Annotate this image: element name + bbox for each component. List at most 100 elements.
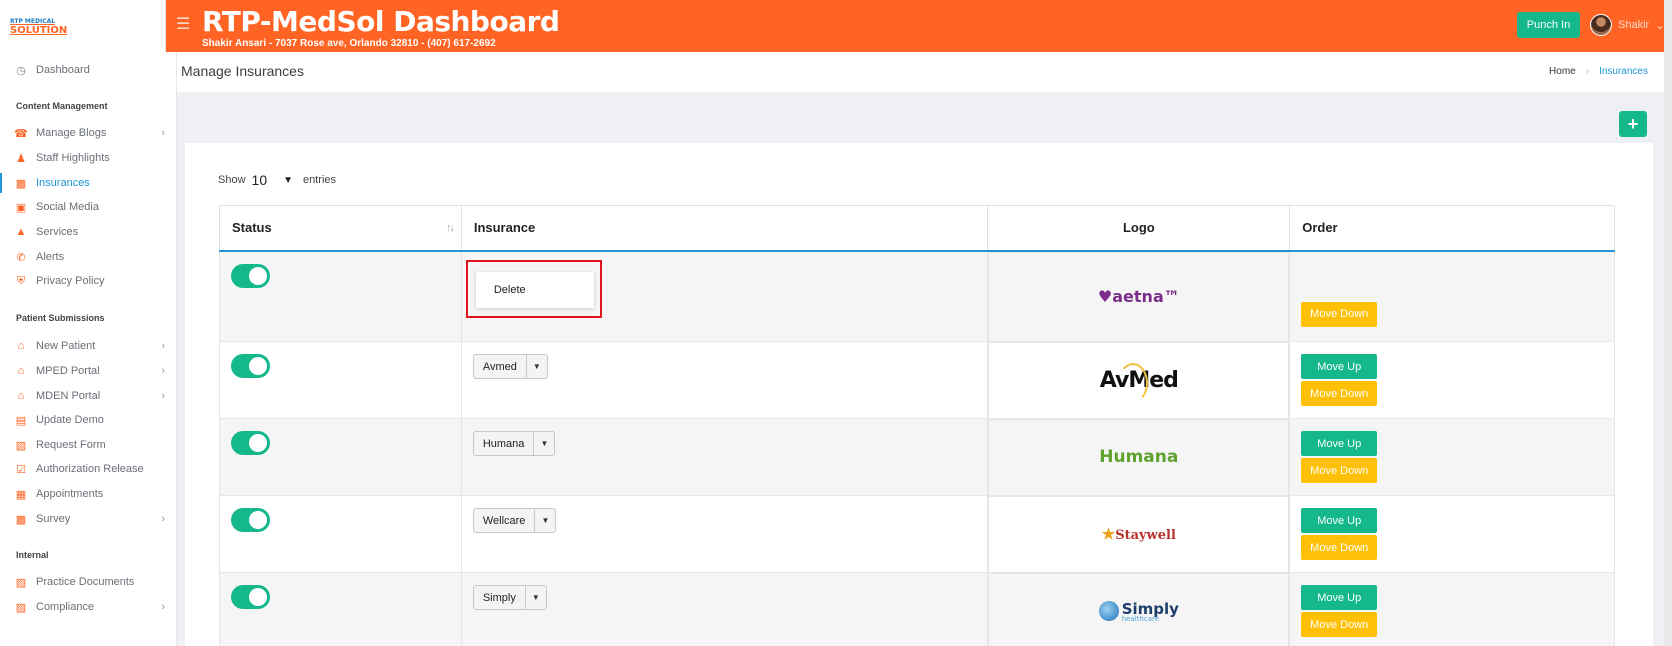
sidebar-item-dashboard[interactable]: ◷ Dashboard	[0, 58, 177, 82]
caret-down-icon[interactable]: ▼	[527, 355, 547, 378]
staywell-logo: ★Staywell	[1102, 525, 1176, 543]
sidebar-item-staff-highlights[interactable]: ♟ Staff Highlights	[0, 146, 177, 170]
user-name: Shakir	[1618, 19, 1650, 31]
move-down-button[interactable]: Move Down	[1301, 612, 1378, 637]
page-scrollbar[interactable]	[1664, 0, 1672, 646]
caret-down-icon[interactable]: ▼	[534, 432, 554, 455]
breadcrumb-home[interactable]: Home	[1549, 66, 1576, 77]
section-internal: Internal	[16, 550, 49, 560]
status-toggle[interactable]	[231, 508, 270, 532]
logo-line-2: SOLUTION	[10, 25, 68, 36]
sidebar-item-new-patient[interactable]: ⌂ New Patient ›	[0, 334, 177, 358]
column-header-status[interactable]: Status ↑↓	[219, 205, 462, 252]
breadcrumb-separator-icon: ›	[1585, 66, 1590, 77]
insurance-cell: Humana ▼	[460, 418, 989, 496]
insurance-cell: Wellcare ▼	[460, 495, 989, 573]
sidebar-item-mped-portal[interactable]: ⌂ MPED Portal ›	[0, 359, 177, 383]
app-title: RTP-MedSol Dashboard	[202, 5, 560, 38]
entries-select[interactable]: 10	[252, 172, 268, 188]
sidebar-item-manage-blogs[interactable]: ☎ Manage Blogs ›	[0, 121, 177, 145]
insurance-split-button: Wellcare ▼	[472, 508, 557, 533]
show-label: Show	[218, 174, 246, 186]
sidebar-item-social-media[interactable]: ▣ Social Media	[0, 195, 177, 219]
sidebar-item-label: Appointments	[36, 488, 104, 500]
sidebar-item-label: Practice Documents	[36, 576, 135, 588]
breadcrumb-current: Insurances	[1599, 66, 1648, 77]
move-down-button[interactable]: Move Down	[1301, 535, 1378, 560]
sidebar-item-update-demo[interactable]: ▤ Update Demo	[0, 408, 177, 432]
home-icon: ⌂	[17, 365, 25, 377]
move-down-button[interactable]: Move Down	[1301, 381, 1378, 406]
order-buttons: Move Up Move Down	[1301, 431, 1378, 483]
sidebar-item-request-form[interactable]: ▧ Request Form	[0, 433, 177, 457]
table-row: Delete ♥aetna™ Move Down	[219, 250, 1615, 342]
move-up-button[interactable]: Move Up	[1301, 431, 1378, 456]
chevron-right-icon: ›	[161, 340, 165, 352]
add-insurance-button[interactable]: +	[1619, 111, 1647, 137]
top-header: RTP MEDICAL SOLUTION ☰ RTP-MedSol Dashbo…	[0, 0, 1672, 52]
status-cell	[219, 250, 462, 342]
logo-cell: Humana	[988, 418, 1290, 496]
delete-menu-item[interactable]: Delete	[475, 271, 594, 308]
sidebar-item-label: Insurances	[36, 177, 90, 189]
move-up-button[interactable]: Move Up	[1301, 354, 1378, 379]
status-toggle[interactable]	[231, 585, 270, 609]
sidebar-item-label: Survey	[36, 513, 71, 525]
table-row: Wellcare ▼ ★Staywell Move Up Move Down	[219, 495, 1615, 573]
order-buttons: Move Up Move Down	[1301, 508, 1378, 560]
table-row: Simply ▼ Simply healthcare Move Up Move …	[219, 572, 1615, 646]
sidebar-item-label: Manage Blogs	[36, 127, 107, 139]
sidebar-item-compliance[interactable]: ▨ Compliance ›	[0, 595, 177, 619]
move-down-button[interactable]: Move Down	[1301, 458, 1378, 483]
brand-logo[interactable]: RTP MEDICAL SOLUTION	[0, 0, 166, 52]
sidebar-item-mden-portal[interactable]: ⌂ MDEN Portal ›	[0, 384, 177, 408]
highlighted-dropdown-menu: Delete	[465, 259, 602, 318]
sidebar-item-label: Privacy Policy	[36, 275, 105, 287]
sidebar-item-appointments[interactable]: ▦ Appointments	[0, 482, 177, 506]
column-header-label: Status	[232, 220, 272, 236]
sidebar-item-alerts[interactable]: ✆ Alerts	[0, 245, 177, 269]
move-down-button[interactable]: Move Down	[1301, 301, 1378, 327]
insurance-name-button[interactable]: Simply	[474, 586, 526, 609]
status-toggle[interactable]	[231, 431, 270, 455]
status-toggle[interactable]	[231, 354, 270, 378]
chevron-down-icon[interactable]: ▼	[283, 175, 293, 186]
sort-icon[interactable]: ↑↓	[446, 222, 455, 234]
sidebar-item-authorization-release[interactable]: ☑ Authorization Release	[0, 457, 177, 481]
logo-text: RTP MEDICAL SOLUTION	[10, 17, 68, 36]
chevron-right-icon: ›	[161, 127, 165, 139]
sidebar-item-practice-documents[interactable]: ▨ Practice Documents	[0, 570, 177, 594]
logo-cell: ♥aetna™	[988, 251, 1290, 342]
logo-cell: Simply healthcare	[988, 572, 1290, 646]
calendar-icon: ▦	[15, 488, 27, 501]
sidebar-item-privacy-policy[interactable]: ⛨ Privacy Policy	[0, 269, 177, 293]
sidebar-item-services[interactable]: ▲ Services	[0, 220, 177, 244]
chevron-right-icon: ›	[161, 390, 165, 402]
logo-cell: AvMed	[988, 341, 1290, 419]
order-cell: Move Up Move Down	[1289, 341, 1615, 419]
compliance-icon: ▨	[15, 601, 27, 614]
page-title: Manage Insurances	[181, 63, 304, 79]
menu-toggle-icon[interactable]: ☰	[176, 14, 190, 34]
chart-icon: ▩	[15, 513, 27, 526]
move-up-button[interactable]: Move Up	[1301, 508, 1378, 533]
insurance-name-button[interactable]: Humana	[474, 432, 535, 455]
move-up-button[interactable]: Move Up	[1301, 585, 1378, 610]
status-toggle[interactable]	[231, 263, 270, 288]
sidebar-item-label: Social Media	[36, 201, 99, 213]
user-menu[interactable]: Shakir ⌄	[1590, 14, 1664, 36]
insurance-name-button[interactable]: Avmed	[474, 355, 527, 378]
column-header-insurance: Insurance	[460, 205, 989, 252]
insurance-split-button: Avmed ▼	[472, 354, 548, 379]
punch-in-button[interactable]: Punch In	[1517, 12, 1580, 38]
column-header-order: Order	[1289, 205, 1615, 252]
sidebar-item-label: Staff Highlights	[36, 152, 110, 164]
table-row: Avmed ▼ AvMed Move Up Move Down	[219, 341, 1615, 419]
sidebar-item-survey[interactable]: ▩ Survey ›	[0, 507, 177, 531]
insurance-name-button[interactable]: Wellcare	[474, 509, 536, 532]
social-icon: ▣	[15, 201, 27, 214]
sidebar-item-insurances[interactable]: ▩ Insurances	[0, 171, 177, 195]
caret-down-icon[interactable]: ▼	[526, 586, 546, 609]
caret-down-icon[interactable]: ▼	[535, 509, 555, 532]
sidebar-item-label: New Patient	[36, 340, 96, 352]
